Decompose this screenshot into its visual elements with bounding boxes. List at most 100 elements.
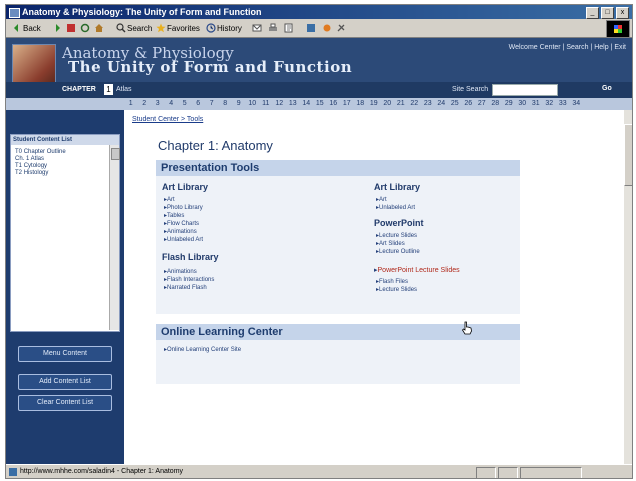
- chapter-number-link[interactable]: 3: [151, 100, 165, 107]
- art-library-right-title: Art Library: [374, 182, 421, 192]
- art-library-link[interactable]: Unlabeled Art: [164, 236, 203, 243]
- discuss-button[interactable]: [306, 22, 316, 34]
- chapter-number-link[interactable]: 30: [516, 100, 530, 107]
- chapter-number-link[interactable]: 28: [489, 100, 503, 107]
- chapter-number-link[interactable]: 4: [165, 100, 179, 107]
- art-library-link[interactable]: Art: [164, 196, 175, 203]
- content-list-title: Student Content List: [11, 135, 119, 145]
- search-icon: [116, 23, 126, 33]
- chapter-number-link[interactable]: 18: [354, 100, 368, 107]
- art-library-link[interactable]: Animations: [164, 228, 197, 235]
- status-cell: [476, 467, 496, 478]
- home-button[interactable]: [94, 22, 104, 34]
- search-button[interactable]: Search: [116, 22, 152, 34]
- clear-content-list-button[interactable]: Clear Content List: [18, 395, 112, 411]
- breadcrumb[interactable]: Student Center > Tools: [132, 116, 203, 123]
- powerpoint-lecture-slides-link[interactable]: PowerPoint Lecture Slides: [374, 266, 460, 274]
- flash-library-title: Flash Library: [162, 252, 219, 262]
- olc-link[interactable]: Online Learning Center Site: [164, 346, 241, 353]
- menu-content-button[interactable]: Menu Content: [18, 346, 112, 362]
- back-button[interactable]: Back: [12, 22, 41, 34]
- art-library-right-link[interactable]: Unlabeled Art: [376, 204, 415, 211]
- history-button[interactable]: History: [206, 22, 242, 34]
- chapter-number-link[interactable]: 10: [246, 100, 260, 107]
- scroll-thumb[interactable]: [111, 148, 120, 160]
- chapter-number-link[interactable]: 5: [178, 100, 192, 107]
- app-icon: [9, 8, 20, 18]
- close-button[interactable]: x: [616, 7, 629, 19]
- art-library-link[interactable]: Tables: [164, 212, 184, 219]
- refresh-button[interactable]: [80, 22, 90, 34]
- chapter-number-link[interactable]: 12: [273, 100, 287, 107]
- chapter-number-link[interactable]: 26: [462, 100, 476, 107]
- chapter-number-link[interactable]: 11: [259, 100, 273, 107]
- chapter-number-link[interactable]: 22: [408, 100, 422, 107]
- art-library-right-link[interactable]: Art: [376, 196, 387, 203]
- edit-button[interactable]: [284, 22, 294, 34]
- site-search-input[interactable]: [492, 84, 558, 96]
- chapter-number-link[interactable]: 21: [394, 100, 408, 107]
- content-list-item[interactable]: T1 Cytology: [15, 163, 47, 169]
- extra-link[interactable]: Flash Files: [376, 278, 408, 285]
- tools-button[interactable]: [336, 22, 346, 34]
- chapter-number-link[interactable]: 29: [502, 100, 516, 107]
- chapter-number-link[interactable]: 2: [138, 100, 152, 107]
- favorites-button[interactable]: Favorites: [156, 22, 200, 34]
- chapter-number-link[interactable]: 23: [421, 100, 435, 107]
- chapter-number-link[interactable]: 16: [327, 100, 341, 107]
- chapter-number-link[interactable]: 19: [367, 100, 381, 107]
- art-library-link[interactable]: Flow Charts: [164, 220, 199, 227]
- chapter-number-link[interactable]: 27: [475, 100, 489, 107]
- add-content-list-button[interactable]: Add Content List: [18, 374, 112, 390]
- chapter-number-link[interactable]: 9: [232, 100, 246, 107]
- chapter-number-link[interactable]: 32: [543, 100, 557, 107]
- maximize-button[interactable]: □: [601, 7, 614, 19]
- page-icon: [9, 468, 17, 476]
- extra-link[interactable]: Lecture Slides: [376, 286, 417, 293]
- chapter-number-link[interactable]: 13: [286, 100, 300, 107]
- chapter-number-link[interactable]: 25: [448, 100, 462, 107]
- content-list-item[interactable]: T2 Histology: [15, 170, 48, 176]
- forward-button[interactable]: [52, 22, 62, 34]
- content-list-item[interactable]: Ch. 1 Atlas: [15, 156, 44, 162]
- chapter-number-link[interactable]: 31: [529, 100, 543, 107]
- forward-arrow-icon: [56, 24, 60, 32]
- chapter-number-link[interactable]: 6: [192, 100, 206, 107]
- presentation-tools-header: Presentation Tools: [156, 160, 520, 176]
- chapter-number-link[interactable]: 15: [313, 100, 327, 107]
- art-library-title: Art Library: [162, 182, 209, 192]
- chapter-number-link[interactable]: 20: [381, 100, 395, 107]
- minimize-button[interactable]: _: [586, 7, 599, 19]
- chapter-number-link[interactable]: 24: [435, 100, 449, 107]
- mail-button[interactable]: [252, 22, 262, 34]
- chapter-number-link[interactable]: 7: [205, 100, 219, 107]
- flash-library-link[interactable]: Narrated Flash: [164, 284, 207, 291]
- chapter-number-link[interactable]: 8: [219, 100, 233, 107]
- flash-library-link[interactable]: Flash Interactions: [164, 276, 214, 283]
- go-button[interactable]: Go: [602, 85, 612, 92]
- content-list-scrollbar[interactable]: [109, 145, 120, 330]
- tools-icon: [337, 24, 345, 32]
- flash-library-link[interactable]: Animations: [164, 268, 197, 275]
- stop-button[interactable]: [66, 22, 76, 34]
- chapter-number-link[interactable]: 33: [556, 100, 570, 107]
- powerpoint-link[interactable]: Lecture Slides: [376, 232, 417, 239]
- page-scroll-thumb[interactable]: [624, 124, 632, 186]
- powerpoint-link[interactable]: Art Slides: [376, 240, 405, 247]
- top-links[interactable]: Welcome Center | Search | Help | Exit: [509, 44, 626, 51]
- status-zone: [520, 467, 582, 478]
- chapter-number-link[interactable]: 17: [340, 100, 354, 107]
- chapter-number-link[interactable]: 14: [300, 100, 314, 107]
- chapter-selector[interactable]: 1: [104, 84, 113, 95]
- messenger-button[interactable]: [322, 22, 332, 34]
- browser-window: Anatomy & Physiology: The Unity of Form …: [5, 4, 633, 479]
- refresh-icon: [80, 23, 90, 33]
- page-scrollbar[interactable]: [624, 110, 632, 464]
- content-list-item[interactable]: T0 Chapter Outline: [15, 149, 66, 155]
- chapter-number-link[interactable]: 34: [570, 100, 584, 107]
- powerpoint-link[interactable]: Lecture Outline: [376, 248, 420, 255]
- art-library-link[interactable]: Photo Library: [164, 204, 203, 211]
- chapter-number-link[interactable]: 1: [124, 100, 138, 107]
- print-button[interactable]: [268, 22, 278, 34]
- browser-toolbar: Back Search Favorites History: [6, 19, 632, 38]
